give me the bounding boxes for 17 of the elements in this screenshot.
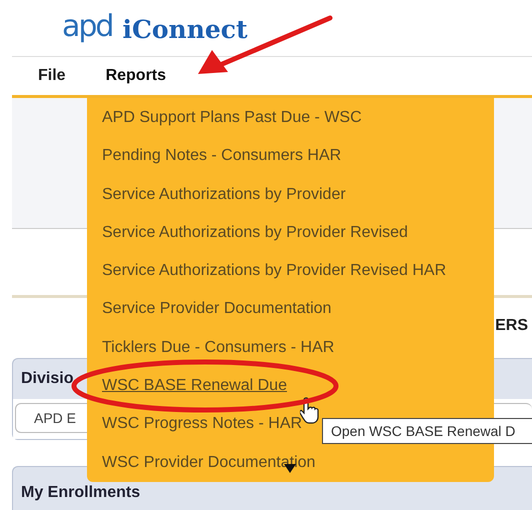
panel-title: Divisio: [21, 370, 74, 388]
menu-item[interactable]: File: [38, 67, 66, 85]
report-menu-item[interactable]: Pending Notes - Consumers HAR: [87, 137, 494, 176]
panel-title: My Enrollments: [21, 484, 140, 502]
tooltip: Open WSC BASE Renewal D: [322, 418, 532, 444]
tab[interactable]: ERS: [495, 317, 528, 335]
report-menu-item[interactable]: Service Authorizations by Provider Revised HAR: [87, 252, 494, 290]
report-menu-item[interactable]: WSC BASE Renewal Due: [87, 367, 494, 406]
menu-item[interactable]: Reports: [106, 67, 166, 85]
report-menu-item[interactable]: Service Authorizations by Provider: [87, 176, 494, 214]
report-menu-item[interactable]: Ticklers Due - Consumers - HAR: [87, 328, 494, 368]
report-menu-item[interactable]: Service Authorizations by Provider Revised: [87, 214, 494, 252]
logo-mark: apd: [62, 12, 112, 42]
report-menu-item[interactable]: WSC Provider Documentation: [87, 444, 494, 482]
app-logo-name: iConnect: [122, 17, 248, 42]
report-menu-item[interactable]: APD Support Plans Past Due - WSC: [87, 99, 494, 138]
report-menu-item[interactable]: Service Provider Documentation: [87, 290, 494, 329]
